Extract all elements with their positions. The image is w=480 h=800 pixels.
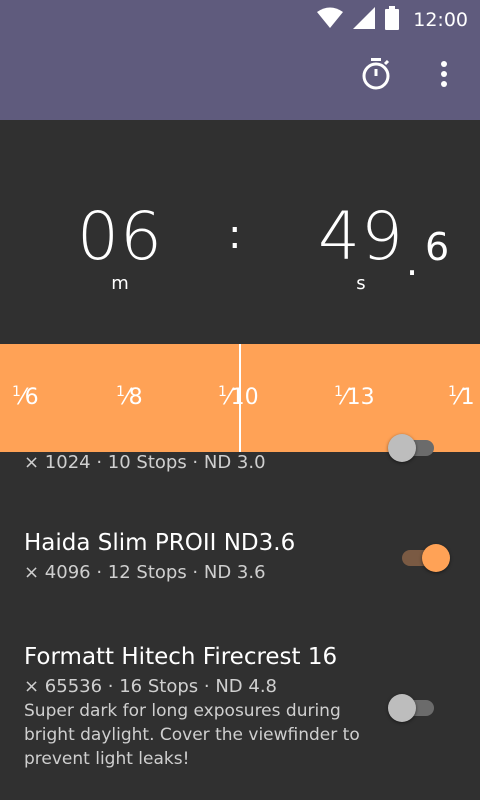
seconds-value: 49 [318, 198, 404, 275]
ruler-tick: 1⁄8 [116, 384, 143, 410]
overflow-menu-icon [440, 60, 448, 92]
toggle-thumb [388, 694, 416, 722]
ruler-tick: 1⁄13 [334, 384, 375, 410]
wifi-icon [317, 7, 344, 33]
status-bar: 12:00 [0, 0, 480, 36]
app-bar-actions [360, 58, 460, 94]
timer-icon [361, 58, 391, 94]
filter-title: Formatt Hitech Firecrest 16 [24, 644, 338, 670]
ruler-indicator-line [239, 344, 241, 452]
minutes-value: 06 [77, 198, 163, 275]
filter-description: Super dark for long exposures during bri… [24, 701, 360, 769]
filter-toggle[interactable] [398, 542, 450, 572]
app-bar [0, 36, 480, 120]
timer-button[interactable] [360, 58, 392, 94]
timer-colon: : [228, 212, 242, 258]
status-time: 12:00 [413, 9, 468, 31]
ruler-tick: 1⁄1 [448, 384, 475, 410]
seconds-unit: s [356, 273, 366, 294]
battery-icon [385, 6, 400, 34]
toggle-thumb [422, 544, 450, 572]
seconds-fraction: 6 [425, 225, 450, 269]
filter-toggle[interactable] [388, 692, 438, 722]
filter-toggle[interactable] [388, 432, 438, 462]
timer-display: 06 m : 49 s . 6 [0, 120, 480, 344]
toggle-thumb [388, 434, 416, 462]
seconds-block: 49 s [316, 198, 406, 294]
signal-icon [353, 7, 376, 33]
overflow-menu-button[interactable] [428, 60, 460, 92]
filter-list[interactable]: × 1024 · 10 Stops · ND 3.0 Haida Slim PR… [0, 434, 480, 800]
seconds-dot: . [406, 240, 419, 284]
minutes-block: 06 m [75, 198, 165, 294]
status-icons: 12:00 [317, 6, 468, 34]
minutes-unit: m [111, 273, 129, 294]
ruler-tick: 1⁄6 [12, 384, 39, 410]
